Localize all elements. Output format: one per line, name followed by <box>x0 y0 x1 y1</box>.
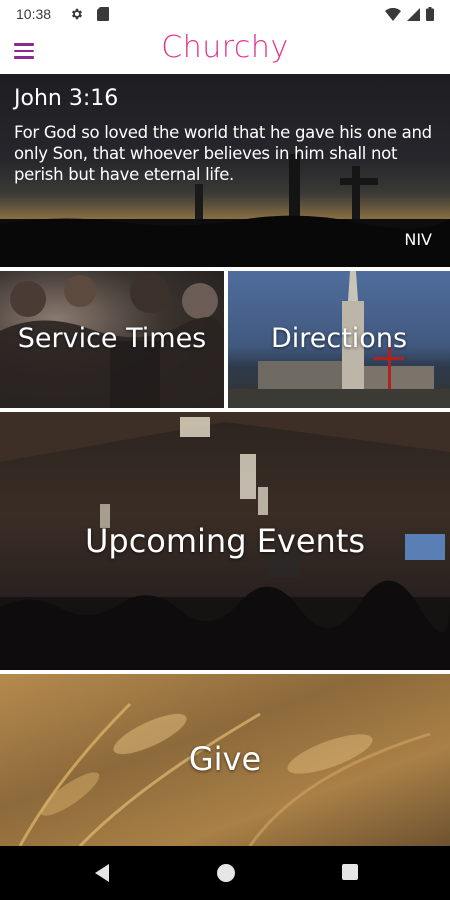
status-time: 10:38 <box>16 6 52 22</box>
status-right-icons <box>385 7 434 21</box>
give-tile[interactable]: Give <box>0 674 450 846</box>
directions-tile[interactable]: Directions <box>228 271 450 408</box>
verse-reference: John 3:16 <box>14 86 119 111</box>
status-bar: 10:38 <box>0 0 450 28</box>
verse-text: For God so loved the world that he gave … <box>14 123 432 184</box>
sd-card-icon <box>97 7 109 21</box>
upcoming-events-label: Upcoming Events <box>84 522 366 560</box>
service-times-tile[interactable]: Service Times <box>0 271 224 408</box>
verse-banner[interactable]: John 3:16 For God so loved the world tha… <box>0 74 450 267</box>
back-icon[interactable] <box>93 863 111 883</box>
gear-icon <box>71 8 83 20</box>
battery-icon <box>426 7 434 21</box>
directions-label: Directions <box>270 323 408 354</box>
recents-icon[interactable] <box>341 863 359 881</box>
service-times-label: Service Times <box>17 323 207 354</box>
upcoming-events-tile[interactable]: Upcoming Events <box>0 412 450 670</box>
app-bar: Churchy <box>0 28 450 74</box>
system-nav-bar <box>0 846 450 900</box>
wifi-icon <box>385 7 401 21</box>
verse-version: NIV <box>404 230 432 249</box>
home-icon[interactable] <box>216 863 236 883</box>
give-label: Give <box>188 740 262 778</box>
signal-icon <box>407 7 420 21</box>
app-title: Churchy <box>161 30 289 65</box>
